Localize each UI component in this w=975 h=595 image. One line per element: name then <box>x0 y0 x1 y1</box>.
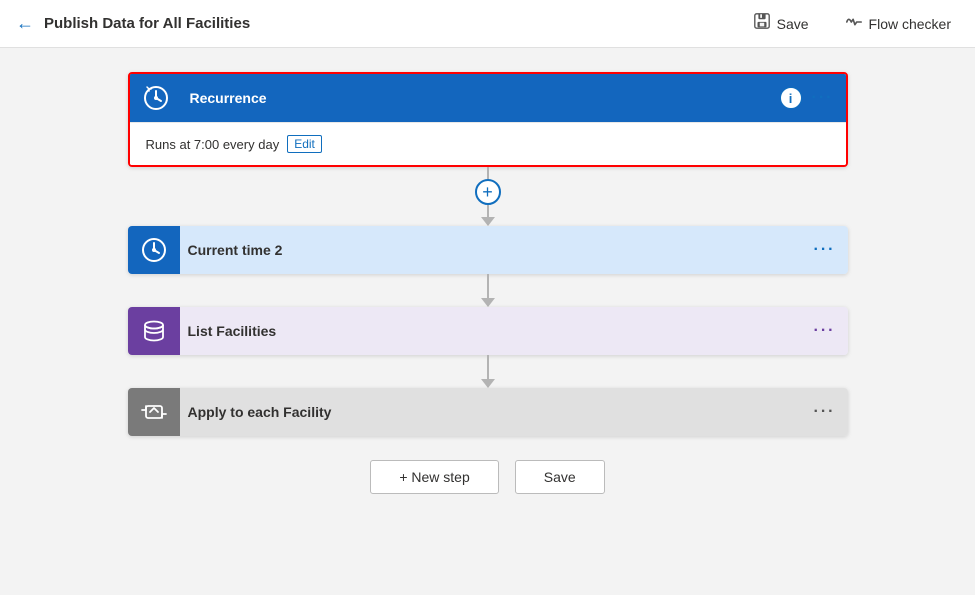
current-time-header: Current time 2 ··· <box>128 226 848 274</box>
connector-line-bottom <box>487 205 489 217</box>
list-facilities-actions: ··· <box>814 322 836 340</box>
apply-each-title: Apply to each Facility <box>180 404 814 420</box>
recurrence-info-button[interactable]: i <box>780 87 802 109</box>
save-button[interactable]: Save <box>745 8 817 39</box>
new-step-button[interactable]: + New step <box>370 460 498 494</box>
flow-checker-label: Flow checker <box>869 16 951 32</box>
arrow-connector-1 <box>481 274 495 307</box>
save-label: Save <box>777 16 809 32</box>
plus-connector: + <box>475 167 501 226</box>
current-time-actions: ··· <box>814 241 836 259</box>
back-button[interactable]: ← <box>16 13 34 34</box>
bottom-save-button[interactable]: Save <box>515 460 605 494</box>
line-1 <box>487 274 489 298</box>
topbar: ← Publish Data for All Facilities Save <box>0 0 975 48</box>
arrow-1 <box>481 298 495 307</box>
list-facilities-header: List Facilities ··· <box>128 307 848 355</box>
flow-container: Recurrence i ··· Runs at 7:00 every day … <box>128 72 848 494</box>
recurrence-actions: i ··· <box>780 87 834 109</box>
apply-each-step[interactable]: Apply to each Facility ··· <box>128 388 848 436</box>
apply-each-actions: ··· <box>814 403 836 421</box>
apply-each-icon-box <box>128 388 180 436</box>
current-time-step[interactable]: Current time 2 ··· <box>128 226 848 274</box>
connector-arrow <box>481 217 495 226</box>
clock-icon <box>142 84 170 112</box>
list-facilities-title: List Facilities <box>180 323 814 339</box>
loop-icon <box>140 398 168 426</box>
arrow-connector-2 <box>481 355 495 388</box>
canvas: Recurrence i ··· Runs at 7:00 every day … <box>0 48 975 595</box>
recurrence-step-header: Recurrence i ··· <box>130 74 846 122</box>
info-icon: i <box>789 91 793 106</box>
topbar-right: Save Flow checker <box>745 8 959 39</box>
add-step-button[interactable]: + <box>475 179 501 205</box>
apply-each-more-button[interactable]: ··· <box>814 403 836 421</box>
current-time-more-button[interactable]: ··· <box>814 241 836 259</box>
recurrence-edit-button[interactable]: Edit <box>287 135 322 153</box>
recurrence-more-button[interactable]: ··· <box>812 89 834 107</box>
recurrence-title: Recurrence <box>182 90 780 106</box>
recurrence-icon-box <box>130 74 182 122</box>
line-2 <box>487 355 489 379</box>
recurrence-body: Runs at 7:00 every day Edit <box>130 122 846 165</box>
list-facilities-more-button[interactable]: ··· <box>814 322 836 340</box>
arrow-2 <box>481 379 495 388</box>
recurrence-subtitle: Runs at 7:00 every day <box>146 137 280 152</box>
clock-icon-2 <box>140 236 168 264</box>
list-facilities-icon-box <box>128 307 180 355</box>
current-time-title: Current time 2 <box>180 242 814 258</box>
topbar-left: ← Publish Data for All Facilities <box>16 13 745 34</box>
database-icon <box>140 317 168 345</box>
list-facilities-step[interactable]: List Facilities ··· <box>128 307 848 355</box>
save-icon <box>753 12 771 35</box>
bottom-actions: + New step Save <box>370 460 604 494</box>
page-title: Publish Data for All Facilities <box>44 15 250 32</box>
connector-line-top <box>487 167 489 179</box>
apply-each-header: Apply to each Facility ··· <box>128 388 848 436</box>
current-time-icon-box <box>128 226 180 274</box>
flow-checker-button[interactable]: Flow checker <box>837 9 959 38</box>
recurrence-step[interactable]: Recurrence i ··· Runs at 7:00 every day … <box>128 72 848 167</box>
flow-checker-icon <box>845 13 863 34</box>
